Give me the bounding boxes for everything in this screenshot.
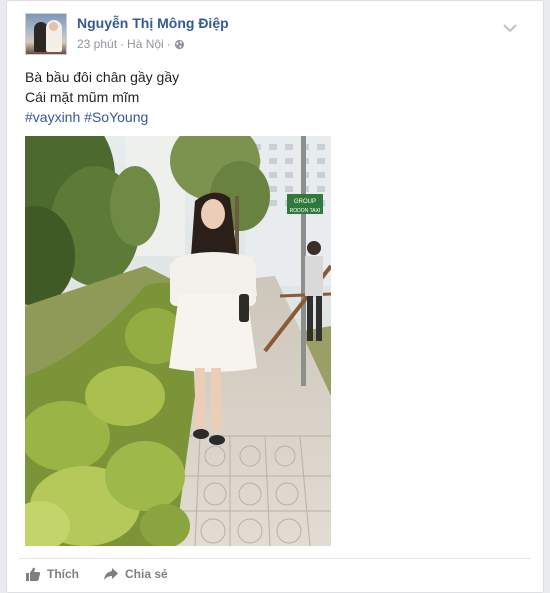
avatar-face — [49, 22, 58, 31]
post-text-line-2: Cái mặt mũm mĩm — [25, 89, 140, 105]
post-location[interactable]: Hà Nội — [127, 37, 164, 51]
globe-icon[interactable] — [174, 39, 185, 50]
share-button[interactable]: Chia sẻ — [103, 564, 168, 584]
author-avatar[interactable] — [25, 13, 67, 55]
hashtag-link[interactable]: #SoYoung — [84, 109, 148, 125]
actions-divider — [19, 558, 531, 559]
street-sign-top: GROUP — [294, 199, 316, 205]
meta-separator: · — [120, 37, 125, 51]
post-photo[interactable]: GROUP RODON TAXI — [25, 136, 331, 546]
post-actions: Thích Chia sẻ — [25, 564, 168, 584]
post-time[interactable]: 23 phút — [77, 37, 117, 51]
like-button[interactable]: Thích — [25, 564, 79, 584]
post-meta: 23 phút · Hà Nội · — [77, 37, 185, 51]
thumbs-up-icon — [26, 567, 40, 581]
share-label: Chia sẻ — [125, 567, 168, 581]
author-name[interactable]: Nguyễn Thị Mông Điệp — [77, 15, 229, 31]
share-arrow-icon — [104, 568, 118, 580]
meta-separator-2: · — [166, 37, 171, 51]
hashtag-link[interactable]: #vayxinh — [25, 109, 80, 125]
post-text: Bà bầu đôi chân gầy gầy Cái mặt mũm mĩm … — [25, 67, 525, 127]
post-text-line-1: Bà bầu đôi chân gầy gầy — [25, 69, 180, 85]
photo-scene: GROUP RODON TAXI — [25, 136, 331, 546]
hashtag-list: #vayxinh #SoYoung — [25, 107, 525, 127]
street-sign-bottom: RODON TAXI — [290, 208, 321, 214]
chevron-down-icon[interactable] — [503, 23, 517, 33]
post-card: Nguyễn Thị Mông Điệp 23 phút · Hà Nội · … — [6, 0, 544, 593]
like-label: Thích — [47, 567, 79, 581]
post-header: Nguyễn Thị Mông Điệp 23 phút · Hà Nội · — [25, 13, 525, 55]
